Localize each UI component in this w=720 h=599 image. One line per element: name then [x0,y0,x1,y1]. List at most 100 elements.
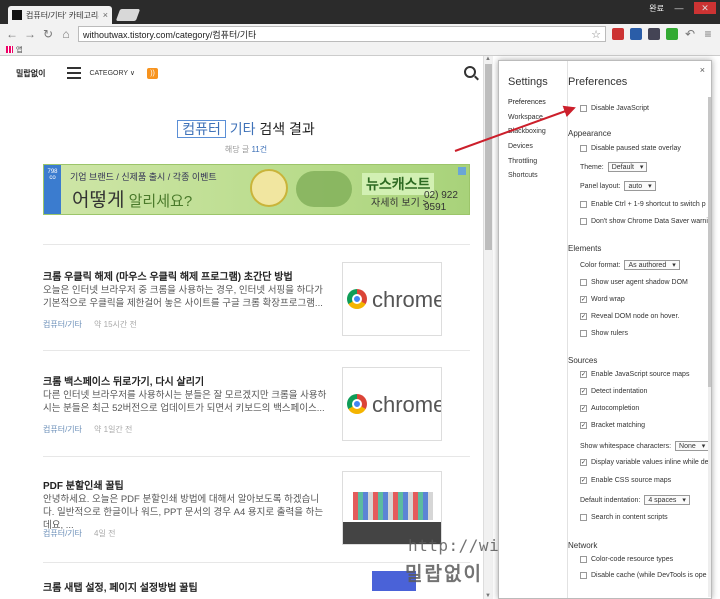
checkbox-checked[interactable]: ✓ [580,459,587,466]
apps-grid-icon[interactable] [6,46,13,53]
address-bar[interactable]: withoutwax.tistory.com/category/컴퓨터/기타 ☆ [78,26,606,42]
sidebar-item-shortcuts[interactable]: Shortcuts [508,172,556,187]
category-menu[interactable]: CATEGORY ∨ [89,69,135,77]
setting-select[interactable]: 4 spaces ▾ [644,495,690,505]
back-icon[interactable]: ← [6,27,18,41]
checkbox-checked[interactable]: ✓ [580,371,587,378]
extension-star-icon[interactable] [630,28,642,40]
list-item[interactable]: 크롬 우클릭 해제 (마우스 우클릭 해제 프로그램) 초간단 방법 오늘은 인… [43,262,443,336]
new-tab-button[interactable] [115,9,141,21]
select-value: 4 spaces [648,496,677,504]
scrollbar-thumb[interactable] [485,64,492,250]
home-icon[interactable]: ⌂ [60,27,72,41]
post-thumbnail[interactable]: chrome [342,367,442,441]
checkbox-setting[interactable]: ✓ Reveal DOM node on hover. [580,313,679,320]
browser-tab[interactable]: 컴퓨터/기타' 카테고리의 × [8,6,112,24]
checkbox[interactable] [580,514,587,521]
bookmark-star-icon[interactable]: ☆ [591,28,601,41]
extension-back-icon[interactable]: ↶ [684,27,696,41]
checkbox[interactable] [580,279,587,286]
checkbox-checked[interactable]: ✓ [580,388,587,395]
post-category[interactable]: 컴퓨터/기타 [43,425,82,434]
site-brand[interactable]: 밀랍없이 [16,68,45,79]
post-category[interactable]: 컴퓨터/기타 [43,529,82,538]
setting-label: Show user agent shadow DOM [591,279,688,286]
list-item[interactable]: PDF 분할인쇄 꿀팁 안녕하세요. 오늘은 PDF 분할인쇄 방법에 대해서 … [43,471,443,545]
rss-icon[interactable]: )) [147,67,159,79]
setting-select[interactable]: Default ▾ [607,162,648,172]
post-category[interactable]: 컴퓨터/기타 [43,320,82,329]
checkbox-setting[interactable]: Disable paused state overlay [580,145,681,152]
checkbox-setting[interactable]: ✓ Enable JavaScript source maps [580,371,689,378]
checkbox-setting[interactable]: Color-code resource types [580,556,673,563]
checkbox[interactable] [580,145,587,152]
tab-title: 컴퓨터/기타' 카테고리의 [26,10,99,20]
post-thumbnail[interactable] [342,471,442,545]
setting-select[interactable]: auto ▾ [624,181,656,191]
sidebar-item-blackboxing[interactable]: Blackboxing [508,128,556,143]
checkbox-checked[interactable]: ✓ [580,296,587,303]
hamburger-menu-icon[interactable] [67,67,82,79]
checkbox-checked[interactable]: ✓ [580,313,587,320]
devtools-scrollbar[interactable] [708,97,711,597]
devtools-scrollbar-thumb[interactable] [708,97,711,387]
checkbox-setting[interactable]: Enable Ctrl + 1-9 shortcut to switch p [580,201,706,208]
checkbox-setting[interactable]: Disable JavaScript [580,105,649,112]
scroll-down-icon[interactable]: ▼ [485,593,491,599]
sidebar-item-devices[interactable]: Devices [508,143,556,158]
sidebar-item-workspace[interactable]: Workspace [508,114,556,129]
chrome-menu-icon[interactable]: ≡ [702,27,714,41]
checkbox-setting[interactable]: Disable cache (while DevTools is ope [580,572,707,579]
list-item[interactable]: 크롬 백스페이스 뒤로가기, 다시 살리기 다른 인터넷 브라우저를 사용하시는… [43,367,443,441]
sidebar-item-throttling[interactable]: Throttling [508,158,556,173]
checkbox-setting[interactable]: Show rulers [580,330,628,337]
checkbox[interactable] [580,218,587,225]
banner-news-sub: 자세히 보기 > [371,198,429,209]
checkbox-setting[interactable]: ✓ Detect indentation [580,388,647,395]
setting-label: Enable JavaScript source maps [591,371,690,378]
checkbox-checked[interactable]: ✓ [580,422,587,429]
scroll-up-icon[interactable]: ▲ [485,56,491,62]
post-thumbnail[interactable]: chrome [342,262,442,336]
gmail-extension-icon[interactable] [612,28,624,40]
post-excerpt: 오늘은 인터넷 브라우저 중 크롬을 사용하는 경우, 인터넷 서핑을 하다가 … [43,285,323,309]
setting-label: Bracket matching [591,422,646,429]
close-window-button[interactable]: ✕ [694,2,716,14]
checkbox[interactable] [580,201,587,208]
page-scrollbar[interactable]: ▲ ▼ [483,56,493,599]
heading-rest: 검색 결과 [259,121,315,137]
url-text: withoutwax.tistory.com/category/컴퓨터/기타 [83,29,257,40]
checkbox-setting[interactable]: ✓ Bracket matching [580,422,645,429]
chrome-logo-icon [347,289,367,309]
sidebar-item-preferences[interactable]: Preferences [508,99,556,114]
checkbox[interactable] [580,330,587,337]
checkbox[interactable] [580,572,587,579]
setting-label: Disable paused state overlay [591,145,681,152]
checkbox-setting[interactable]: ✓ Enable CSS source maps [580,477,671,484]
ad-choices-icon[interactable] [458,167,466,175]
checkbox-setting[interactable]: Don't show Chrome Data Saver warni [580,218,708,225]
apps-label[interactable]: 앱 [16,45,22,55]
checkbox-setting[interactable]: ✓ Word wrap [580,296,625,303]
minimize-button[interactable]: — [670,2,688,14]
checkbox-setting[interactable]: Show user agent shadow DOM [580,279,688,286]
banner-line2: 어떻게 알리세요? [72,185,192,212]
ad-banner[interactable]: 798 co 기업 브랜드 / 신제품 출시 / 각종 이벤트 어떻게 알리세요… [43,164,470,215]
reload-icon[interactable]: ↻ [42,27,54,41]
setting-select[interactable]: As authored ▾ [624,260,680,270]
checkbox-setting[interactable]: ✓ Autocompletion [580,405,639,412]
window-user-label: 완료 [649,3,664,13]
checkbox-setting[interactable]: Search in content scripts [580,514,668,521]
tab-close-icon[interactable]: × [103,10,108,20]
checkbox-setting[interactable]: ✓ Display variable values inline while de [580,459,709,466]
extension-shield-icon[interactable] [648,28,660,40]
checkbox[interactable] [580,556,587,563]
checkbox-checked[interactable]: ✓ [580,477,587,484]
divider [43,456,470,457]
checkbox-checked[interactable]: ✓ [580,405,587,412]
checkbox[interactable] [580,105,587,112]
search-icon[interactable] [464,66,476,78]
forward-icon[interactable]: → [24,27,36,41]
setting-select[interactable]: None ▾ [675,441,710,451]
extension-green-icon[interactable] [666,28,678,40]
